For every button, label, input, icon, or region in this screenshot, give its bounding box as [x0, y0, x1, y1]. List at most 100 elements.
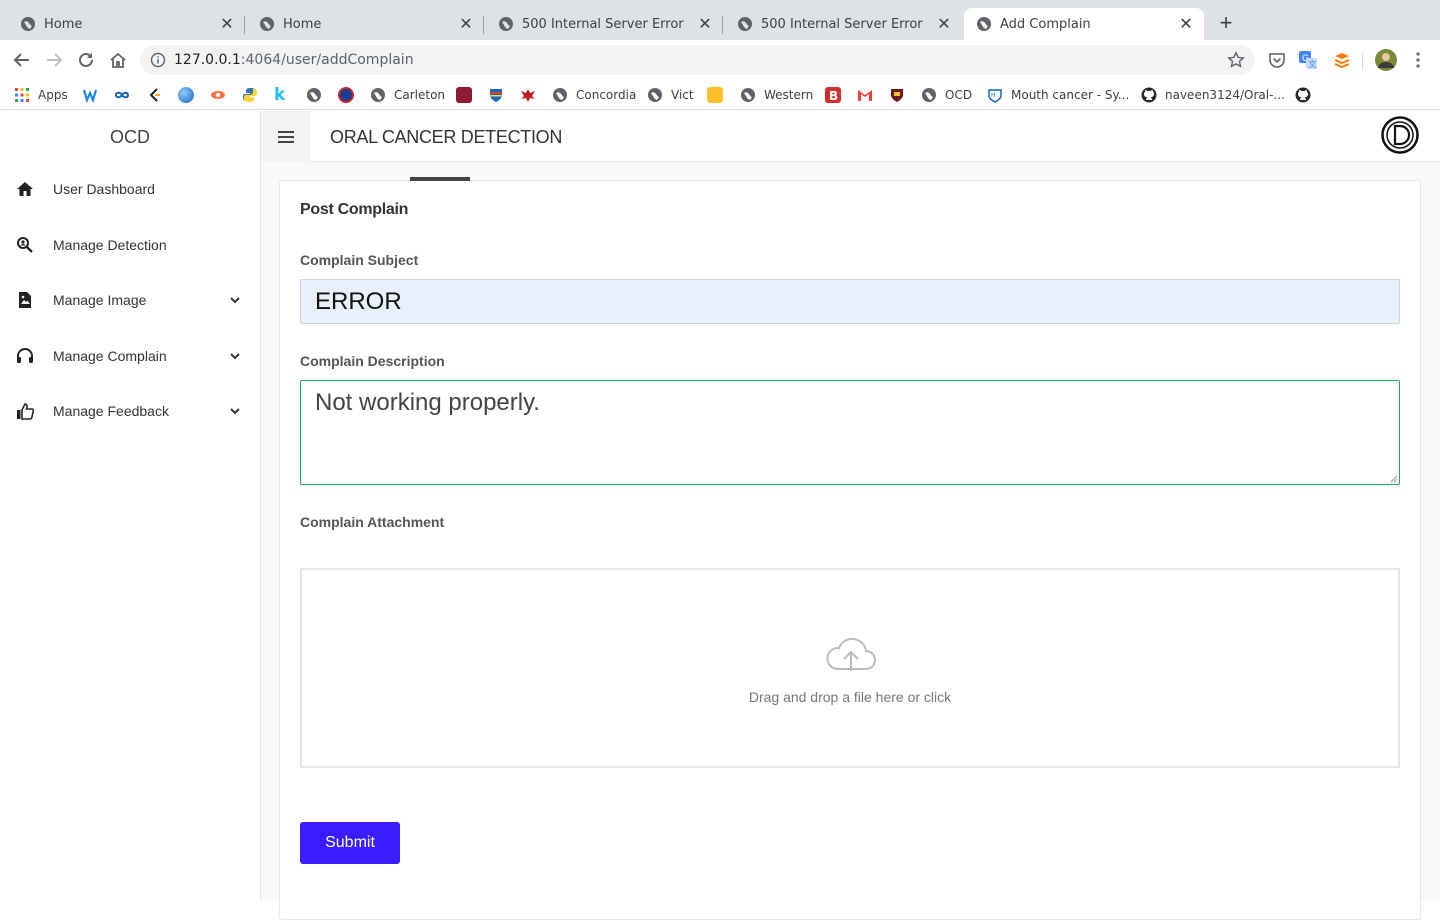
bookmark-label: Western: [764, 88, 814, 102]
info-icon[interactable]: [150, 52, 166, 68]
bookmark-infinity-icon[interactable]: [114, 86, 138, 104]
globe-icon: [977, 17, 991, 31]
tab-indicator: [410, 177, 470, 181]
browser-tab[interactable]: Home ✕: [0, 8, 245, 40]
bookmark-github-icon[interactable]: [1295, 86, 1319, 104]
subject-input[interactable]: ERROR: [300, 279, 1400, 324]
bookmark-b-icon[interactable]: B: [825, 86, 849, 104]
tab-title: Home: [44, 16, 83, 32]
browser-tab-active[interactable]: Add Complain ✕: [964, 8, 1204, 40]
bookmark-carleton[interactable]: Carleton: [370, 86, 445, 104]
app-logo-icon[interactable]: [1381, 116, 1419, 154]
bookmark-star-icon[interactable]: [1227, 51, 1245, 69]
headset-icon: [17, 348, 33, 363]
sidebar-item-manage-feedback[interactable]: Manage Feedback: [0, 391, 260, 431]
cloud-upload-icon: [826, 637, 876, 671]
dropzone-message: Drag and drop a file here or click: [748, 689, 952, 705]
tab-title: 500 Internal Server Error: [761, 16, 923, 32]
sidebar-item-user-dashboard[interactable]: User Dashboard: [0, 169, 260, 209]
close-icon[interactable]: ✕: [458, 16, 474, 32]
globe-icon: [741, 88, 755, 102]
browser-toolbar: 127.0.0.1:4064/user/addComplain G文: [0, 40, 1440, 80]
bookmark-mouth-cancer[interactable]: H Mouth cancer - Sy...: [987, 86, 1129, 104]
attachment-label: Complain Attachment: [300, 514, 445, 530]
bookmark-github-repo[interactable]: naveen3124/Oral-...: [1141, 86, 1285, 104]
bookmark-sphere-icon[interactable]: [178, 86, 202, 104]
close-icon[interactable]: ✕: [697, 16, 713, 32]
app-header: ORAL CANCER DETECTION: [261, 111, 1440, 162]
sidebar: OCD User Dashboard Manage Detection Mana…: [0, 111, 261, 900]
subject-value: ERROR: [315, 287, 402, 315]
browser-tab[interactable]: 500 Internal Server Error ✕: [717, 8, 962, 40]
bookmark-apps[interactable]: Apps: [14, 86, 68, 104]
file-dropzone[interactable]: Drag and drop a file here or click: [300, 568, 1400, 768]
url-text: 127.0.0.1:4064/user/addComplain: [174, 52, 414, 68]
bookmark-label: OCD: [945, 88, 973, 102]
bookmark-gmail-icon[interactable]: [857, 86, 881, 104]
page-title: ORAL CANCER DETECTION: [330, 127, 563, 147]
bookmark-label: Carleton: [394, 88, 446, 102]
sidebar-item-manage-complain[interactable]: Manage Complain: [0, 336, 260, 376]
chevron-down-icon[interactable]: [229, 405, 241, 417]
pocket-icon[interactable]: [1267, 50, 1287, 70]
bookmark-shield-icon[interactable]: [488, 86, 512, 104]
bookmark-crest-icon[interactable]: [456, 86, 480, 104]
more-menu-icon[interactable]: [1408, 50, 1428, 70]
home-icon: [17, 182, 33, 196]
hospital-logo-icon: H: [988, 89, 1002, 103]
new-tab-icon[interactable]: +: [1214, 12, 1238, 36]
globe-icon: [553, 88, 567, 102]
browser-tab[interactable]: 500 Internal Server Error ✕: [478, 8, 723, 40]
address-bar[interactable]: 127.0.0.1:4064/user/addComplain: [140, 45, 1255, 75]
search-person-icon: [17, 237, 33, 253]
svg-text:文: 文: [1309, 59, 1317, 69]
close-icon[interactable]: ✕: [936, 16, 952, 32]
globe-icon: [922, 88, 936, 102]
chevron-down-icon[interactable]: [229, 350, 241, 362]
bookmark-eagle-icon[interactable]: [520, 86, 544, 104]
browser-tab[interactable]: Home ✕: [239, 8, 484, 40]
bookmark-vict[interactable]: Vict: [647, 86, 694, 104]
back-icon[interactable]: [10, 48, 34, 72]
github-icon: [1141, 87, 1157, 103]
bookmark-kaggle-icon[interactable]: k: [274, 85, 285, 105]
resize-handle-icon[interactable]: [1388, 473, 1398, 483]
globe-icon: [371, 88, 385, 102]
bookmark-eye-icon[interactable]: [210, 86, 234, 104]
sidebar-item-label: Manage Detection: [53, 237, 167, 253]
bookmark-ocd[interactable]: OCD: [921, 86, 972, 104]
svg-text:H: H: [991, 92, 996, 99]
brand-logo-text[interactable]: OCD: [0, 127, 260, 148]
close-icon[interactable]: ✕: [1178, 16, 1194, 32]
home-icon[interactable]: [106, 48, 130, 72]
close-icon[interactable]: ✕: [219, 16, 235, 32]
submit-button[interactable]: Submit: [300, 822, 400, 864]
bookmark-crest2-icon[interactable]: [889, 86, 913, 104]
bookmark-western[interactable]: Western: [740, 86, 813, 104]
bookmark-w-icon[interactable]: [82, 86, 106, 104]
url-path: :4064/user/addComplain: [240, 52, 414, 68]
hamburger-menu-icon[interactable]: [261, 111, 310, 162]
reload-icon[interactable]: [74, 48, 98, 72]
sidebar-item-manage-detection[interactable]: Manage Detection: [0, 225, 260, 265]
bookmark-concordia[interactable]: Concordia: [552, 86, 636, 104]
layers-extension-icon[interactable]: [1332, 50, 1352, 70]
bookmark-label: Mouth cancer - Sy...: [1011, 88, 1130, 102]
chevron-down-icon[interactable]: [229, 294, 241, 306]
forward-icon[interactable]: [42, 48, 66, 72]
apps-grid-icon: [15, 88, 29, 102]
globe-icon: [738, 17, 752, 31]
image-file-icon: [19, 292, 31, 308]
bookmark-globe-icon[interactable]: [306, 86, 330, 104]
sidebar-item-manage-image[interactable]: Manage Image: [0, 280, 260, 320]
bookmark-label: Vict: [671, 88, 694, 102]
description-textarea[interactable]: Not working properly.: [300, 380, 1400, 485]
bookmarks-bar: Apps k Carleton Concordia Vict Western B…: [0, 80, 1440, 110]
translate-icon[interactable]: G文: [1298, 50, 1318, 70]
profile-avatar[interactable]: [1374, 48, 1398, 72]
bookmark-badge-icon[interactable]: [338, 86, 362, 104]
bookmark-bracket-icon[interactable]: [146, 86, 170, 104]
bookmark-python-icon[interactable]: [242, 86, 266, 104]
description-label: Complain Description: [300, 353, 445, 369]
bookmark-bulb-icon[interactable]: [707, 86, 731, 104]
